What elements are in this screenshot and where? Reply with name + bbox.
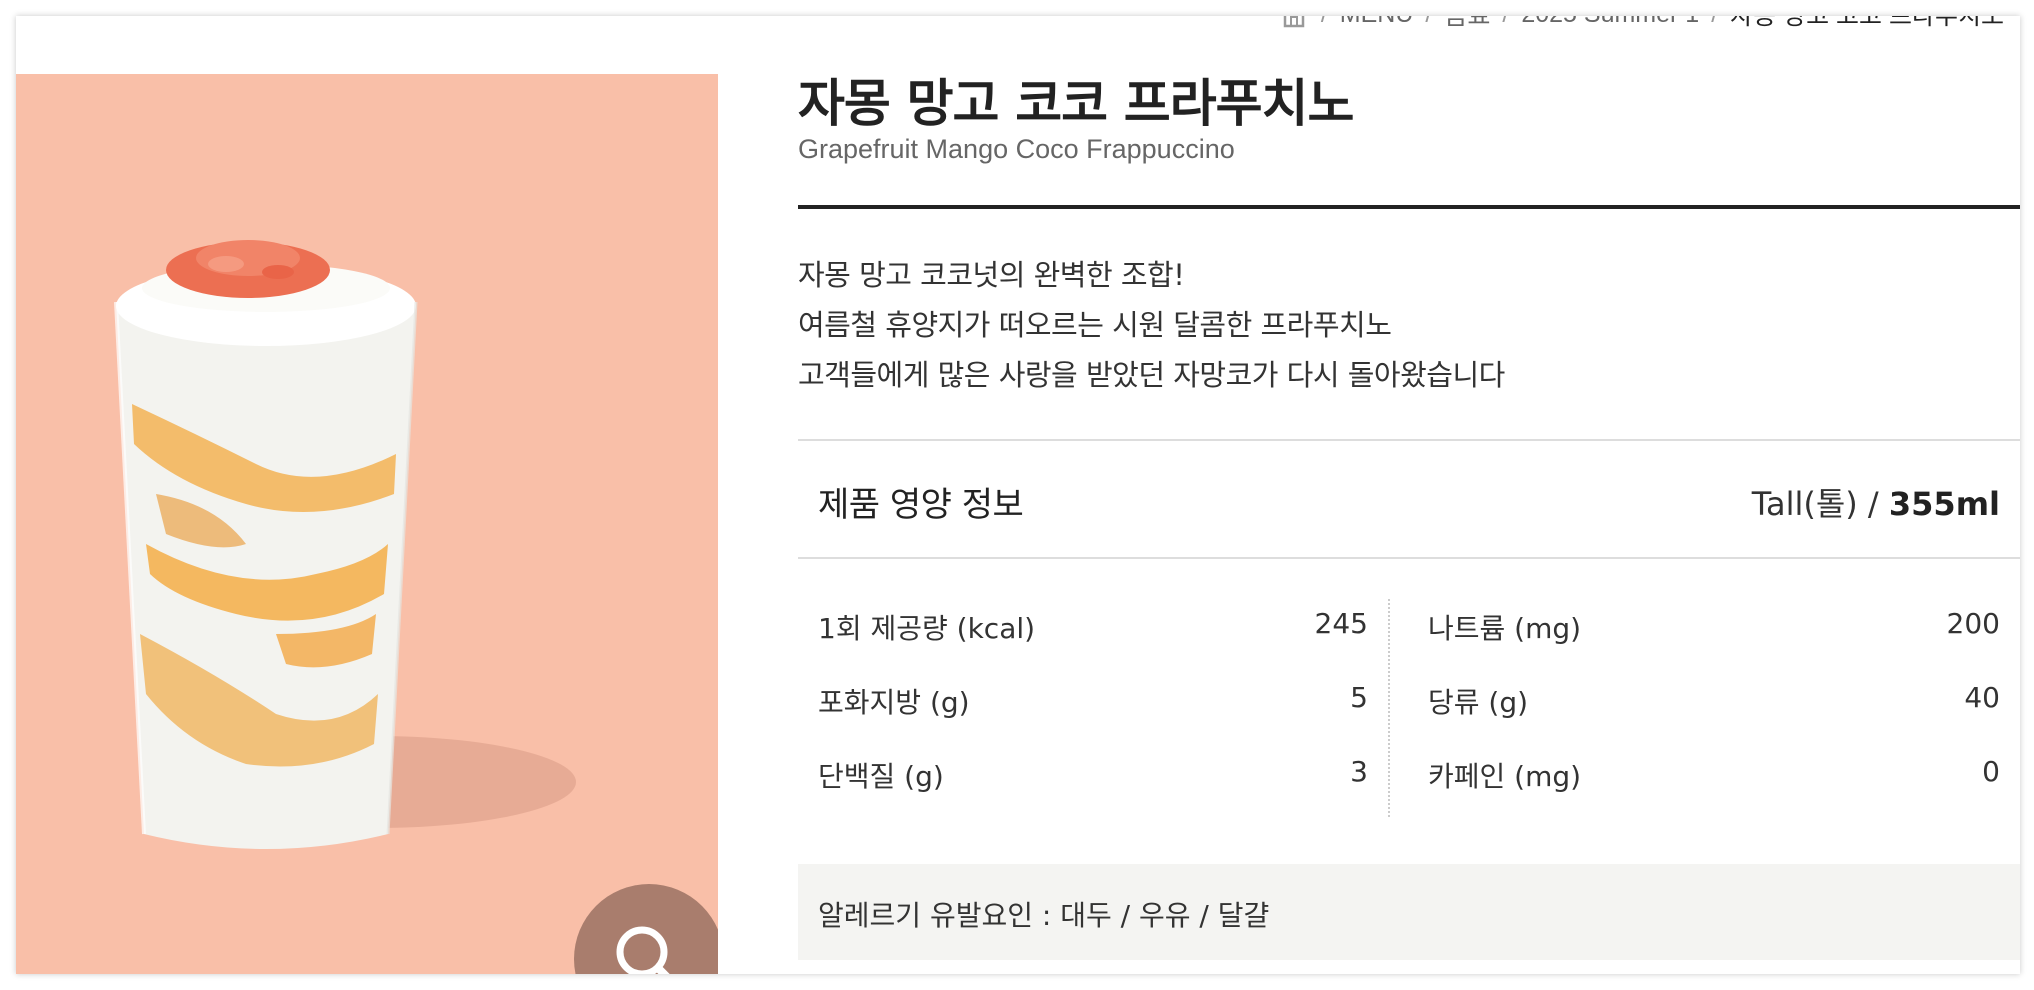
product-description: 자몽 망고 코코넛의 완벽한 조합! 여름철 휴양지가 떠오르는 시원 달콤한 … bbox=[798, 250, 2020, 400]
product-detail: 자몽 망고 코코 프라푸치노 Grapefruit Mango Coco Fra… bbox=[798, 16, 2020, 974]
serving-volume: 355ml bbox=[1888, 485, 2000, 523]
allergy-text: 알레르기 유발요인 : 대두 / 우유 / 달걀 bbox=[818, 899, 1270, 932]
nutrition-info: 제품 영양 정보 Tall(톨) / 355ml 1회 제공량 (kcal) 2… bbox=[798, 439, 2020, 841]
nutrition-label: 카페인 (mg) bbox=[1428, 760, 1582, 793]
nutrition-value: 200 bbox=[1946, 607, 2000, 640]
nutrition-value: 0 bbox=[1982, 755, 2000, 788]
nutrition-label: 나트륨 (mg) bbox=[1428, 612, 1582, 645]
description-line: 고객들에게 많은 사랑을 받았던 자망코가 다시 돌아왔습니다 bbox=[798, 358, 1505, 392]
description-line: 자몽 망고 코코넛의 완벽한 조합! bbox=[798, 258, 1185, 292]
nutrition-value: 5 bbox=[1350, 681, 1368, 714]
allergy-info: 알레르기 유발요인 : 대두 / 우유 / 달걀 bbox=[798, 864, 2020, 960]
nutrition-header: 제품 영양 정보 Tall(톨) / 355ml bbox=[798, 439, 2020, 559]
nutrition-column-left: 1회 제공량 (kcal) 245 포화지방 (g) 5 단백질 (g) 3 bbox=[798, 599, 1388, 827]
nutrition-divider bbox=[1388, 599, 1390, 817]
product-image bbox=[16, 74, 718, 974]
nutrition-row-saturated-fat: 포화지방 (g) 5 bbox=[798, 673, 1388, 723]
nutrition-value: 245 bbox=[1314, 607, 1368, 640]
title-divider bbox=[798, 205, 2020, 209]
product-subtitle: Grapefruit Mango Coco Frappuccino bbox=[798, 134, 1235, 164]
nutrition-row-sodium: 나트륨 (mg) 200 bbox=[1408, 599, 2020, 649]
nutrition-value: 40 bbox=[1964, 681, 2000, 714]
nutrition-title: 제품 영양 정보 bbox=[818, 485, 1024, 525]
product-photo bbox=[16, 74, 718, 974]
description-line: 여름철 휴양지가 떠오르는 시원 달콤한 프라푸치노 bbox=[798, 308, 1392, 342]
nutrition-label: 당류 (g) bbox=[1428, 686, 1529, 719]
nutrition-label: 포화지방 (g) bbox=[818, 686, 970, 719]
nutrition-row-kcal: 1회 제공량 (kcal) 245 bbox=[798, 599, 1388, 649]
serving-size-label: Tall(톨) / bbox=[1751, 485, 1889, 523]
nutrition-label: 단백질 (g) bbox=[818, 760, 944, 793]
nutrition-label: 1회 제공량 (kcal) bbox=[818, 612, 1036, 645]
serving-size: Tall(톨) / 355ml bbox=[1752, 479, 2000, 525]
nutrition-row-caffeine: 카페인 (mg) 0 bbox=[1408, 747, 2020, 797]
page-frame: / MENU / 음료 / 2025 Summer 1 / 자몽 망고 코코 프… bbox=[16, 16, 2020, 974]
nutrition-column-right: 나트륨 (mg) 200 당류 (g) 40 카페인 (mg) 0 bbox=[1408, 599, 2020, 827]
nutrition-row-sugar: 당류 (g) 40 bbox=[1408, 673, 2020, 723]
nutrition-grid: 1회 제공량 (kcal) 245 포화지방 (g) 5 단백질 (g) 3 나… bbox=[798, 599, 2020, 827]
nutrition-row-protein: 단백질 (g) 3 bbox=[798, 747, 1388, 797]
search-icon bbox=[616, 926, 670, 974]
product-title: 자몽 망고 코코 프라푸치노 bbox=[798, 75, 1354, 134]
nutrition-value: 3 bbox=[1350, 755, 1368, 788]
